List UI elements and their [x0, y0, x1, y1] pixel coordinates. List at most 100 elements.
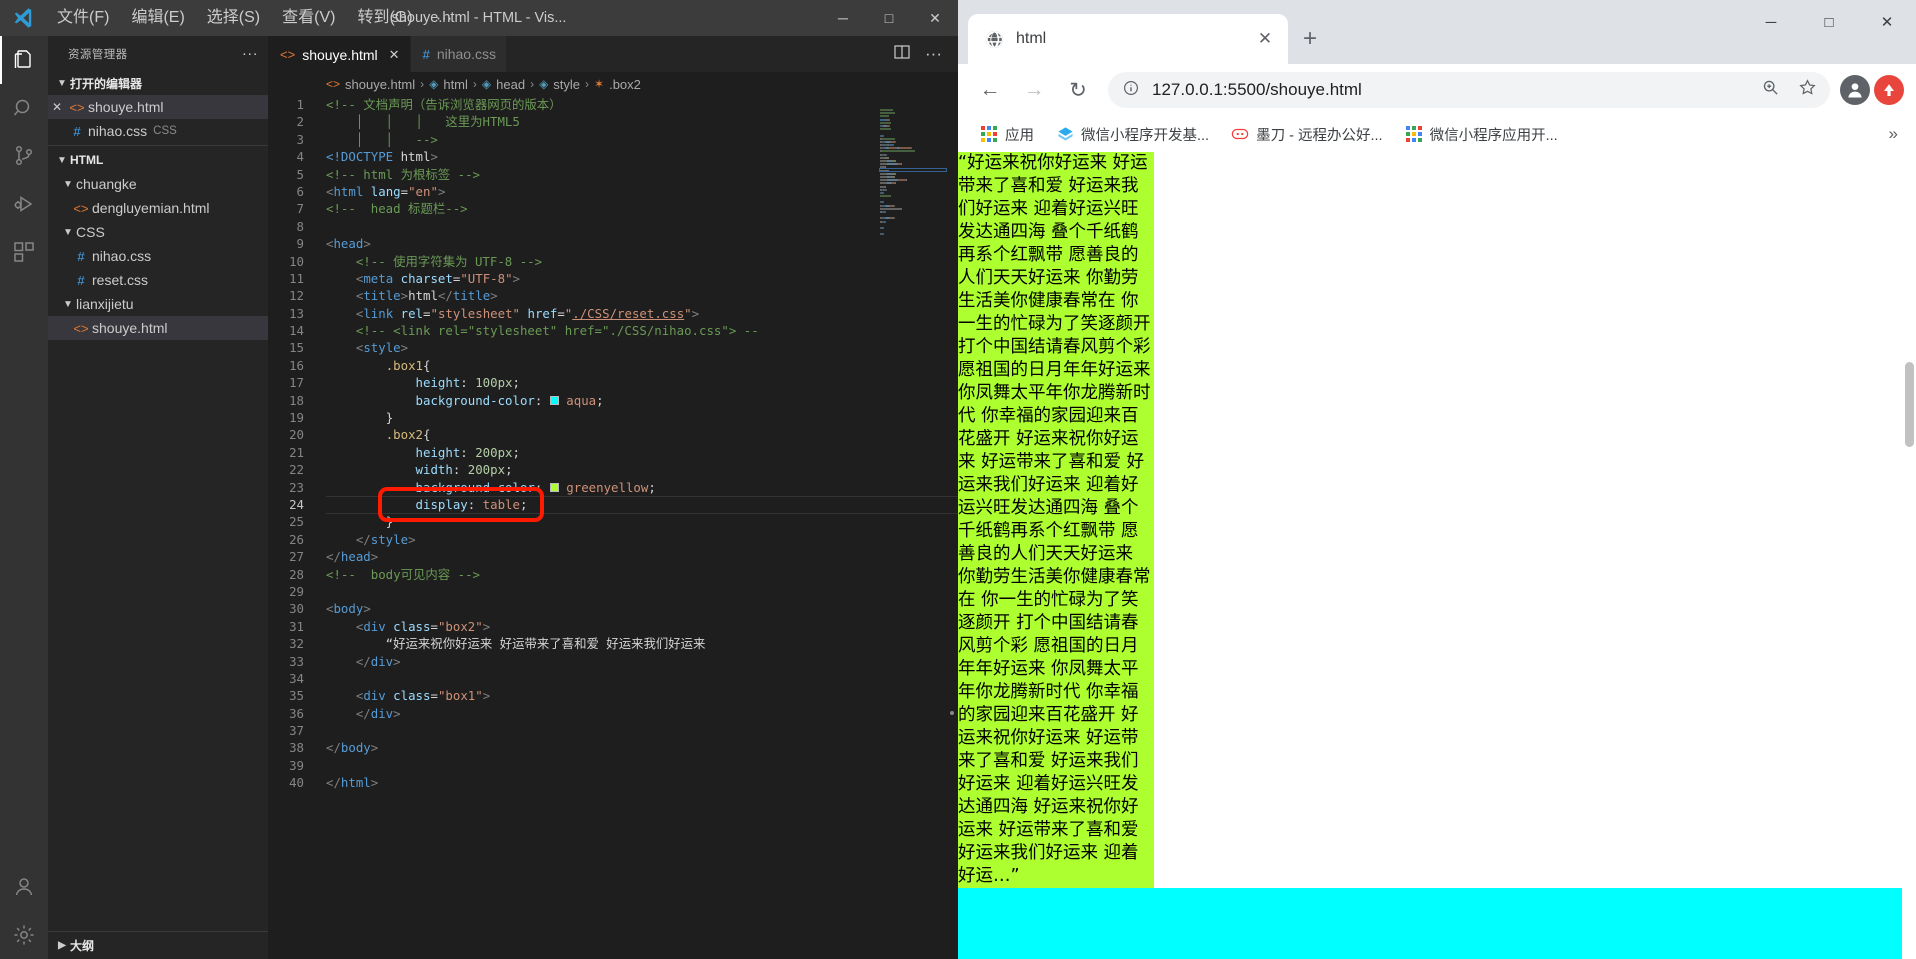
- breadcrumb-item-html[interactable]: ◈ html: [429, 77, 468, 92]
- menu-file[interactable]: 文件(F): [46, 0, 120, 36]
- tree-folder-css[interactable]: ▼ CSS: [48, 220, 268, 244]
- code-line[interactable]: 22 width: 200px;: [268, 461, 958, 478]
- code-line[interactable]: 20 .box2{: [268, 426, 958, 443]
- code-line[interactable]: 15 <style>: [268, 339, 958, 356]
- chrome-close-button[interactable]: ✕: [1858, 0, 1916, 44]
- close-icon[interactable]: ✕: [389, 47, 400, 63]
- code-line[interactable]: 16 .box1{: [268, 357, 958, 374]
- code-line[interactable]: 23 background-color: greenyellow;: [268, 479, 958, 496]
- bookmark-wechat-apps[interactable]: 微信小程序应用开...: [1397, 120, 1566, 149]
- bookmark-apps[interactable]: 应用: [972, 120, 1042, 149]
- code-line[interactable]: 3 │ │ -->: [268, 131, 958, 148]
- editor-more-button[interactable]: ···: [925, 44, 942, 64]
- vscode-maximize-button[interactable]: □: [866, 0, 912, 36]
- code-lines[interactable]: 1 <!-- 文档声明（告诉浏览器网页的版本） 2 │ │ │ 这里为HTML5 3 …: [268, 96, 958, 792]
- code-line[interactable]: 9 <head>: [268, 235, 958, 252]
- chrome-maximize-button[interactable]: □: [1800, 0, 1858, 44]
- vscode-minimize-button[interactable]: ─: [820, 0, 866, 36]
- code-line[interactable]: 31 <div class="box2">: [268, 618, 958, 635]
- code-line[interactable]: 10 <!-- 使用字符集为 UTF-8 -->: [268, 253, 958, 270]
- new-tab-button[interactable]: +: [1288, 14, 1332, 64]
- code-line[interactable]: 28 <!-- body可见内容 -->: [268, 566, 958, 583]
- code-line[interactable]: 8: [268, 218, 958, 235]
- code-line[interactable]: 6 <html lang="en">: [268, 183, 958, 200]
- tree-folder-lianxijietu[interactable]: ▼ lianxijietu: [48, 292, 268, 316]
- tab-nihao-css[interactable]: # nihao.css: [410, 36, 507, 72]
- code-line[interactable]: 5 <!-- html 为根标签 -->: [268, 166, 958, 183]
- code-line[interactable]: 33 </div>: [268, 653, 958, 670]
- close-icon[interactable]: ✕: [1254, 29, 1276, 49]
- back-button[interactable]: ←: [970, 70, 1010, 110]
- menu-edit[interactable]: 编辑(E): [120, 0, 195, 36]
- code-line[interactable]: 25 }: [268, 513, 958, 530]
- code-line[interactable]: 34: [268, 670, 958, 687]
- code-line[interactable]: 36 </div>: [268, 705, 958, 722]
- run-debug-icon[interactable]: [0, 180, 48, 228]
- code-line[interactable]: 11 <meta charset="UTF-8">: [268, 270, 958, 287]
- code-line[interactable]: 39: [268, 757, 958, 774]
- update-badge-icon[interactable]: [1874, 75, 1904, 105]
- code-line[interactable]: 19 }: [268, 409, 958, 426]
- code-line[interactable]: 2 │ │ │ 这里为HTML5: [268, 113, 958, 130]
- split-editor-icon[interactable]: [893, 43, 911, 66]
- explorer-more-button[interactable]: ···: [242, 45, 258, 62]
- tree-folder-chuangke[interactable]: ▼ chuangke: [48, 172, 268, 196]
- code-line[interactable]: 4 <!DOCTYPE html>: [268, 148, 958, 165]
- menu-goto[interactable]: 转到(G): [346, 0, 423, 36]
- open-editor-nihao-css[interactable]: # nihao.css CSS: [48, 119, 268, 143]
- code-line[interactable]: 17 height: 100px;: [268, 374, 958, 391]
- bookmarks-overflow-button[interactable]: »: [1889, 124, 1902, 144]
- explorer-icon[interactable]: [0, 36, 48, 84]
- open-editor-shouye-html[interactable]: ✕ <> shouye.html: [48, 95, 268, 119]
- source-control-icon[interactable]: [0, 132, 48, 180]
- code-line[interactable]: 30 <body>: [268, 600, 958, 617]
- code-line[interactable]: 21 height: 200px;: [268, 444, 958, 461]
- tree-file-dengluyemian-html[interactable]: <> dengluyemian.html: [48, 196, 268, 220]
- page-scrollbar[interactable]: [1902, 152, 1916, 959]
- vscode-close-button[interactable]: ✕: [912, 0, 958, 36]
- accounts-icon[interactable]: [0, 863, 48, 911]
- menu-selection[interactable]: 选择(S): [196, 0, 271, 36]
- reload-button[interactable]: ↻: [1058, 70, 1098, 110]
- code-line[interactable]: 29: [268, 583, 958, 600]
- breadcrumb-item-box2[interactable]: ✶ .box2: [594, 77, 641, 92]
- browser-tab-html[interactable]: html ✕: [968, 14, 1288, 64]
- tree-file-nihao-css[interactable]: # nihao.css: [48, 244, 268, 268]
- settings-gear-icon[interactable]: [0, 911, 48, 959]
- bookmark-wechat-dev[interactable]: 微信小程序开发基...: [1048, 120, 1217, 149]
- tab-shouye-html[interactable]: <> shouye.html ✕: [268, 36, 411, 72]
- code-line[interactable]: 38 </body>: [268, 739, 958, 756]
- code-line[interactable]: 35 <div class="box1">: [268, 687, 958, 704]
- breadcrumb-item-head[interactable]: ◈ head: [482, 77, 525, 92]
- minimap[interactable]: [879, 96, 947, 346]
- code-editor[interactable]: 1 <!-- 文档声明（告诉浏览器网页的版本） 2 │ │ │ 这里为HTML5 3 …: [268, 96, 958, 959]
- open-editors-section[interactable]: ▼ 打开的编辑器: [48, 71, 268, 95]
- code-line[interactable]: 40 </html>: [268, 774, 958, 791]
- chrome-minimize-button[interactable]: ─: [1742, 0, 1800, 44]
- search-icon[interactable]: [0, 84, 48, 132]
- code-line[interactable]: 1 <!-- 文档声明（告诉浏览器网页的版本）: [268, 96, 958, 113]
- code-line[interactable]: 32 “好运来祝你好运来 好运带来了喜和爱 好运来我们好运来: [268, 635, 958, 652]
- address-bar[interactable]: 127.0.0.1:5500/shouye.html: [1108, 72, 1830, 108]
- bookmark-modao[interactable]: 墨刀 - 远程办公好...: [1223, 120, 1390, 149]
- tree-file-reset-css[interactable]: # reset.css: [48, 268, 268, 292]
- profile-avatar-icon[interactable]: [1840, 75, 1870, 105]
- code-line[interactable]: 14 <!-- <link rel="stylesheet" href="./C…: [268, 322, 958, 339]
- url-text[interactable]: 127.0.0.1:5500/shouye.html: [1152, 80, 1738, 100]
- code-line[interactable]: 18 background-color: aqua;: [268, 392, 958, 409]
- menu-view[interactable]: 查看(V): [271, 0, 346, 36]
- info-circle-icon[interactable]: [1122, 80, 1140, 100]
- code-line[interactable]: 27 </head>: [268, 548, 958, 565]
- breadcrumb-item-file[interactable]: <> shouye.html: [326, 77, 415, 92]
- menu-more-button[interactable]: ···: [424, 4, 465, 32]
- breadcrumb-item-style[interactable]: ◈ style: [539, 77, 580, 92]
- editor-scrollbar[interactable]: [944, 156, 958, 959]
- close-icon[interactable]: ✕: [48, 100, 66, 114]
- code-line[interactable]: 12 <title>html</title>: [268, 287, 958, 304]
- code-line[interactable]: 26 </style>: [268, 531, 958, 548]
- scrollbar-thumb[interactable]: [1905, 362, 1914, 447]
- code-line[interactable]: 13 <link rel="stylesheet" href="./CSS/re…: [268, 305, 958, 322]
- extensions-icon[interactable]: [0, 228, 48, 276]
- project-section[interactable]: ▼ HTML: [48, 148, 268, 172]
- zoom-icon[interactable]: [1762, 79, 1779, 101]
